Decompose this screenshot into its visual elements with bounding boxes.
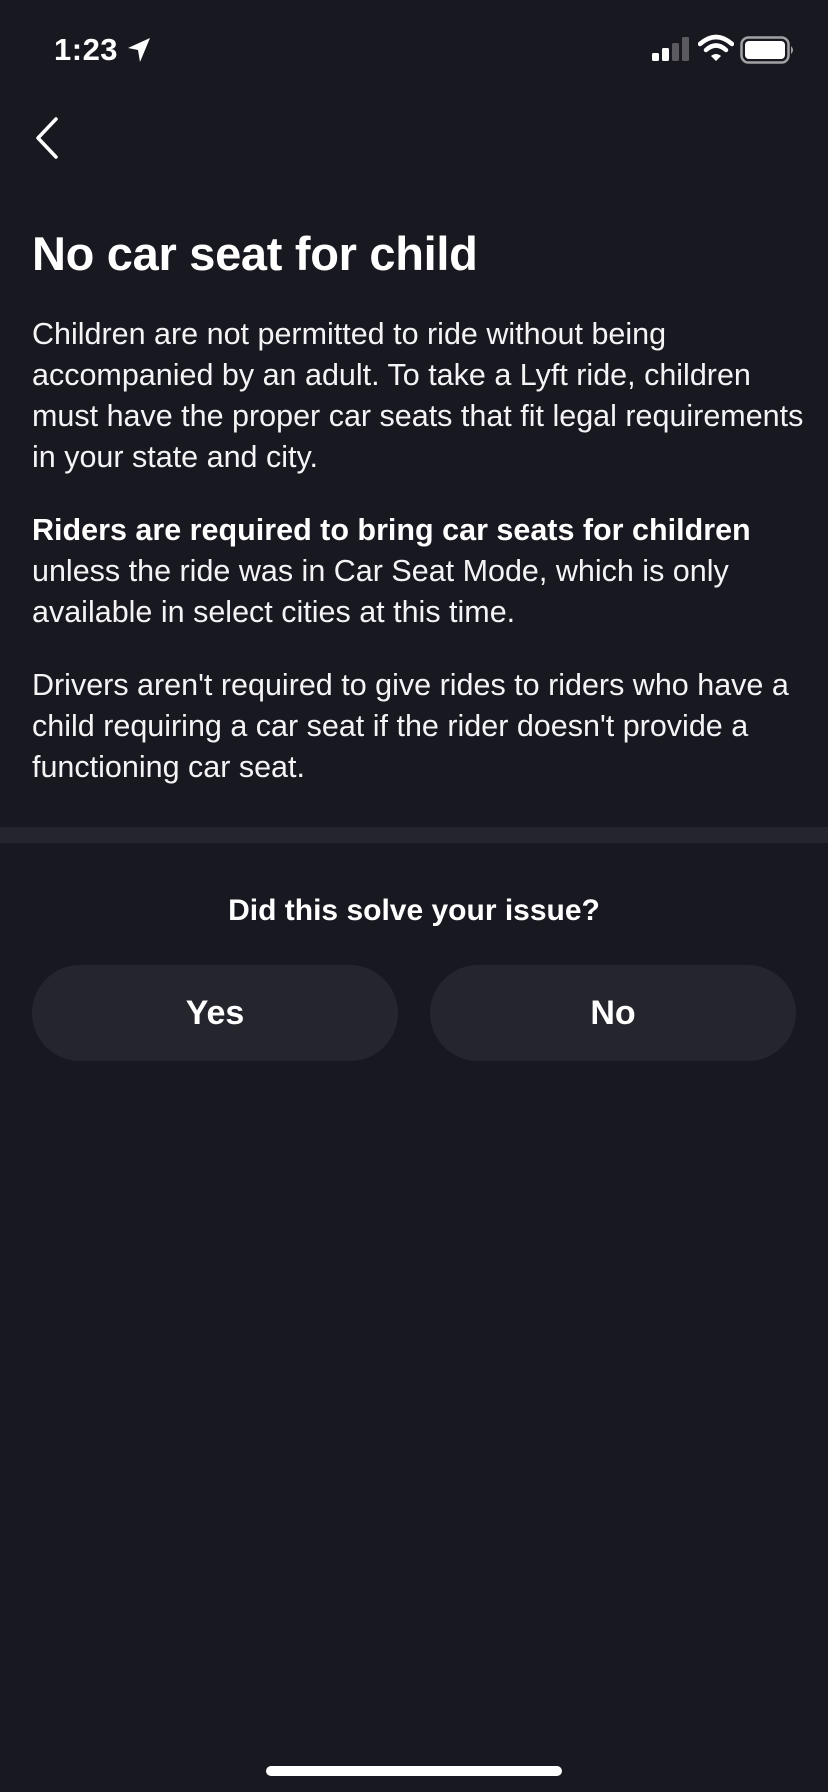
home-indicator[interactable] [266,1766,562,1776]
status-bar: 1:23 [0,0,828,100]
article-paragraph-1: Children are not permitted to ride witho… [32,317,804,474]
article-paragraph-2-bold: Riders are required to bring car seats f… [32,513,751,547]
page-title: No car seat for child [32,227,478,280]
location-arrow-icon [128,38,150,62]
cellular-signal-icon [652,37,689,61]
feedback-question: Did this solve your issue? [228,894,600,927]
yes-button[interactable]: Yes [32,965,398,1061]
section-divider [0,827,828,843]
back-button[interactable] [22,110,72,166]
article-paragraph-3: Drivers aren't required to give rides to… [32,668,789,784]
wifi-icon [698,34,734,61]
chevron-left-icon [36,117,58,159]
article-paragraph-2-rest: unless the ride was in Car Seat Mode, wh… [32,554,729,629]
article-paragraph-2: Riders are required to bring car seats f… [32,510,804,633]
article-content: No car seat for child Children are not p… [32,222,804,788]
battery-icon [740,36,793,64]
no-button[interactable]: No [430,965,796,1061]
status-time: 1:23 [54,32,119,67]
